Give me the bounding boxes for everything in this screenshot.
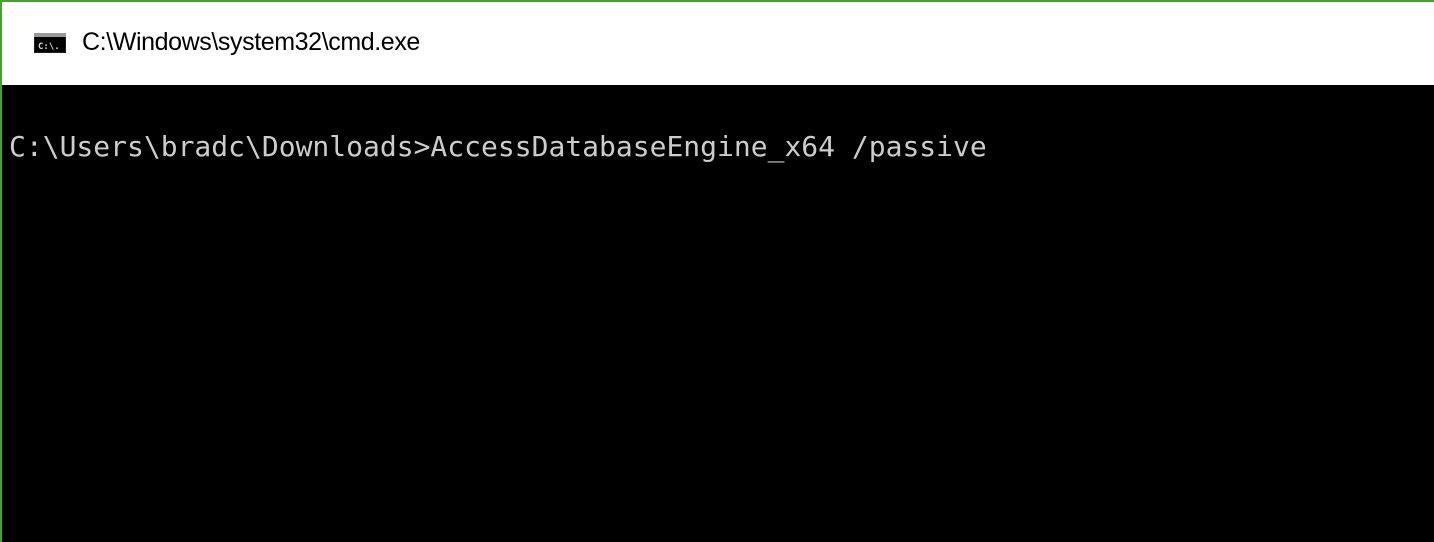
console-line[interactable]: C:\Users\bradc\Downloads>AccessDatabaseE… — [9, 127, 1434, 167]
cmd-window: C:\. C:\Windows\system32\cmd.exe C:\User… — [0, 0, 1434, 542]
cmd-icon: C:\. — [34, 32, 66, 53]
cmd-icon-text: C:\. — [38, 42, 60, 52]
window-title: C:\Windows\system32\cmd.exe — [82, 28, 420, 56]
title-bar[interactable]: C:\. C:\Windows\system32\cmd.exe — [2, 2, 1434, 85]
console-area[interactable]: C:\Users\bradc\Downloads>AccessDatabaseE… — [2, 85, 1434, 542]
